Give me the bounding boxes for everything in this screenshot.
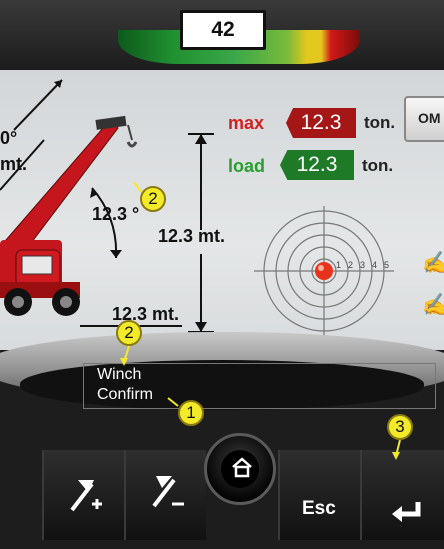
callout-pointers: [120, 181, 401, 460]
home-icon: [232, 457, 252, 478]
display-frame: 1 2 3 4 5 0° mt. 12.3 ° 12.3 mt. 12.3 mt…: [0, 0, 444, 549]
